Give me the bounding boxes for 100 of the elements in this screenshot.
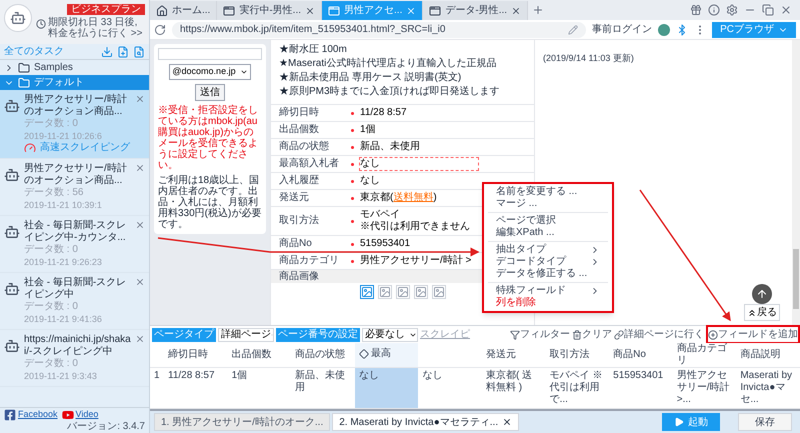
pre-login-link[interactable]: 事前ログイン [592,22,652,37]
version-text: バージョン: 3.4.7 [67,421,145,433]
page-type-select[interactable]: 詳細ページ [218,328,274,342]
column-header[interactable]: 発送元 [482,343,546,368]
table-cell: Maserati by Invicta●マセ... [736,368,800,408]
gift-icon[interactable] [690,4,702,16]
close-icon[interactable] [502,417,512,427]
task-name: 男性アクセサリー/時計のオークション商品... [24,94,128,118]
diamond-icon [358,348,369,358]
menu-item[interactable]: マージ ... [484,198,612,210]
expiry-link[interactable]: 期限切れ日 33 日後, 料金を払うに行く >> [48,17,145,39]
menu-item[interactable]: ページで選択 [484,215,612,227]
trash-icon [572,330,582,340]
column-header[interactable]: 最高 [354,343,418,368]
table-cell: なし [354,368,418,408]
column-header[interactable]: 締切日時 [164,343,228,368]
bullet-icon [351,180,354,182]
submit-button[interactable]: 送信 [195,84,225,100]
step-tab[interactable]: 2. Maserati by Invicta●マセラティ... [332,413,520,431]
bullet-icon [351,146,354,148]
settings-icon[interactable] [726,4,738,16]
browser-tab[interactable]: ホーム... [150,1,218,20]
column-header[interactable]: 出品個数 [228,343,292,368]
terms-text: ご利用は18歳以上、国内居住者のみです。出品・入札には、月額利用料330円(税込)が必要です。 [158,174,262,230]
scrollbar[interactable] [792,40,800,325]
arrow-up-icon [756,288,768,300]
paging-select[interactable]: 必要なし [362,328,418,342]
menu-item[interactable]: 名前を変更する ... [484,186,612,198]
task-item[interactable]: 男性アクセサリー/時計のオークション商品... データ数 : 56 2019-11-21 10:39:1 [0,159,149,216]
notice-text: ※受信・拒否設定をしている方はmbok.jp(au購買はauok.jp)からのメールを受信できるように設定してください。 [158,104,259,170]
folder-icon [18,62,30,74]
avatar[interactable] [4,4,32,32]
clock-icon [36,19,46,29]
footer-link[interactable]: Video [76,408,98,422]
reload-icon[interactable] [154,24,166,36]
robot-icon [4,98,20,114]
column-header[interactable]: 商品の状態 [291,343,355,368]
bullet-icon [351,242,354,246]
paging-label: ページ番号の設定 [276,328,360,342]
detail-value: 新品、未使用 [359,140,421,154]
column-header[interactable]: 取引方法 [546,343,610,368]
new-tab-icon[interactable] [532,4,544,16]
table-cell: 新品、未使用 [291,368,355,408]
table-cell: 1 [150,368,164,408]
task-item[interactable]: 社会 - 毎日新聞-スクレイピング中 データ数 : 0 2019-11-21 9:41:36 [0,273,149,330]
scroll-top-button[interactable] [752,284,772,304]
table-cell: なし [418,368,482,408]
toolbar-button[interactable]: 詳細ページに行く [614,327,704,342]
import-icon[interactable] [101,46,113,58]
folder-item[interactable]: Samples [0,60,149,75]
task-item[interactable]: 社会 - 毎日新聞-スクレイピング中-カウンタ... データ数 : 0 2019-11-21 9:26:23 [0,216,149,273]
menu-item[interactable]: 特殊フィールド [484,285,612,297]
detail-value: 東京都(送料無料) [359,191,438,205]
task-name: https://mainichi.jp/shakai/-スクレイピング中 [24,334,131,358]
table-cell: 515953401 [609,368,673,408]
edit-icon[interactable] [568,24,578,34]
new-task-icon[interactable] [117,46,129,58]
home-icon [156,4,168,16]
browser-tab[interactable]: データ-男性... [423,1,528,20]
menu-item[interactable]: 抽出タイプ [484,244,612,256]
email-field[interactable] [158,48,262,60]
menu-item[interactable]: デコードタイプ [484,256,612,268]
table-cell: 男性アクセサリー/時計 >... [672,368,736,408]
thumbnail-icon[interactable] [360,285,374,299]
close-icon[interactable] [305,6,316,16]
task-item[interactable]: 男性アクセサリー/時計のオークション商品... データ数 : 0 2019-11-21 10:26:6 高速スクレイピング [0,90,149,159]
bullet-icon [351,162,354,166]
data-count: データ数 : 0 [24,358,78,370]
info-icon[interactable] [708,4,720,16]
task-name: 男性アクセサリー/時計のオークション商品... [24,163,128,187]
robot-icon [4,224,20,240]
robot-icon [4,281,20,297]
footer-link[interactable]: Facebook [18,408,58,422]
step-tab[interactable]: 1. 男性アクセサリー/時計のオーク... [154,413,330,431]
task-item[interactable]: https://mainichi.jp/shakai/-スクレイピング中 データ数 : 0 2019-11-21 9:3:43 [0,330,149,387]
column-header[interactable]: 商品No [609,343,673,368]
detail-value: なし [359,157,479,171]
filter-icon [510,330,520,340]
page-icon [328,4,340,16]
detail-label: 出品個数 [279,124,320,136]
close-icon[interactable] [511,6,522,16]
link-icon [614,330,624,340]
column-header[interactable]: 商品カテゴリ [672,343,736,368]
browser-tab[interactable]: 実行中-男性... [217,1,322,20]
detail-value: 515953401 [359,237,412,251]
column-header[interactable]: 商品説明 [736,343,800,368]
restore-icon[interactable] [762,4,774,16]
url-field[interactable]: https://www.mbok.jp/item/item_515953401.html?_SRC=li_i0 [172,22,586,38]
back-button[interactable]: 戻る [744,304,780,321]
detail-value: 1個 [359,123,377,137]
save-button[interactable]: 保存 [738,413,792,431]
search-icon[interactable] [133,46,145,58]
menu-item[interactable]: 編集XPath ... [484,227,612,239]
toolbar-button[interactable]: フィルター [510,327,570,342]
toolbar-button[interactable]: クリア [572,327,612,342]
menu-item[interactable]: 列を削除 [484,297,612,309]
facebook-icon [4,408,16,420]
domain-select[interactable]: @docomo.ne.jp [169,64,251,80]
page-type-label: ページタイプ [152,328,216,342]
table-cell: 東京都( 送料無料 ) [482,368,546,408]
